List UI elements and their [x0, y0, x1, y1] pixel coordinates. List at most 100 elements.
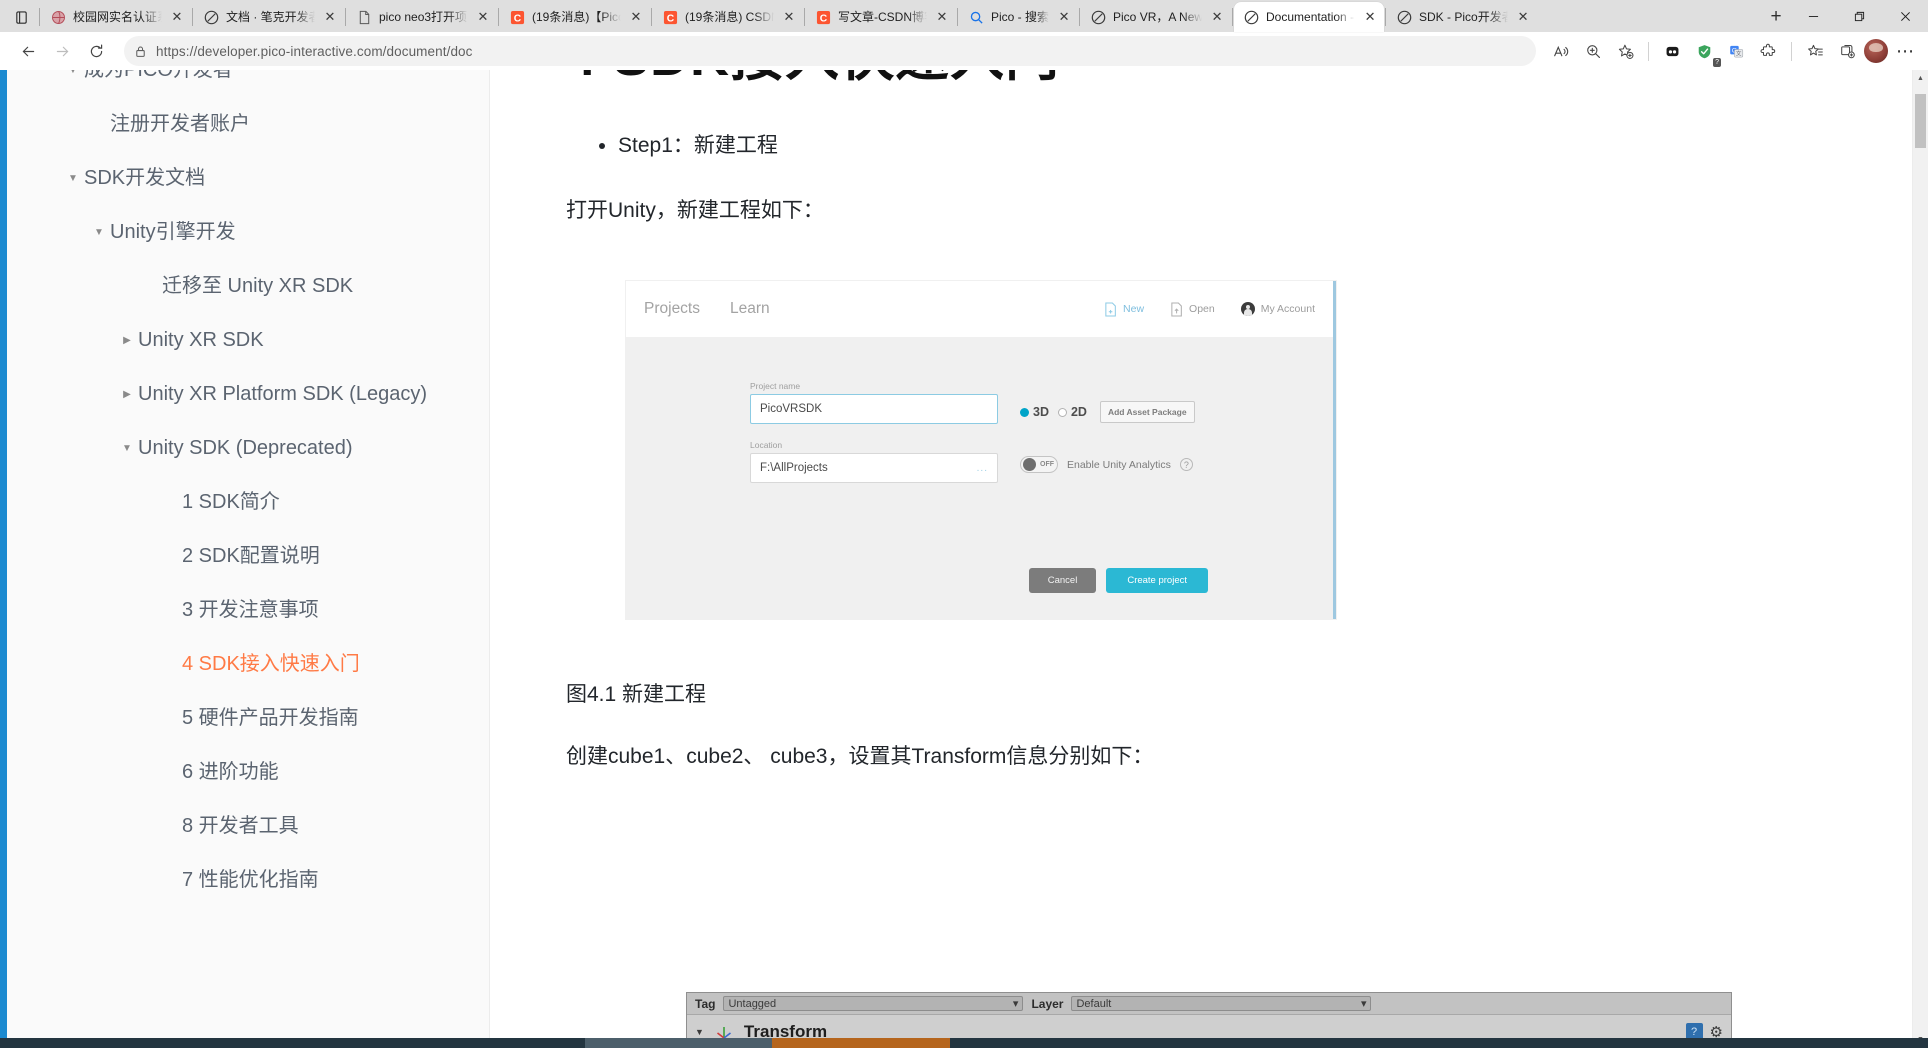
browser-tab[interactable]: 文档 · 笔克开发者平 ✕ — [194, 2, 344, 32]
tab-close-icon[interactable]: ✕ — [1209, 9, 1225, 25]
tab-close-icon[interactable]: ✕ — [934, 9, 950, 25]
browser-tab[interactable]: SDK - Pico开发者平 ✕ — [1387, 2, 1537, 32]
cancel-button[interactable]: Cancel — [1028, 568, 1097, 594]
puzzle-extensions-icon[interactable] — [1753, 36, 1783, 66]
favorites-list-icon[interactable] — [1800, 36, 1830, 66]
collapse-caret-icon[interactable]: ▼ — [695, 1027, 704, 1037]
minimize-button[interactable] — [1790, 0, 1836, 32]
chevron-down-icon[interactable]: ▼ — [88, 218, 110, 248]
chevron-down-icon[interactable]: ▼ — [62, 70, 84, 86]
tab-actions-icon[interactable] — [4, 2, 38, 32]
browser-tab[interactable]: C (19条消息) CSDN - ✕ — [653, 2, 803, 32]
sidebar-item[interactable]: ▼ Unity SDK (Deprecated) — [0, 422, 489, 476]
new-tab-button[interactable]: + — [1762, 3, 1790, 31]
location-input[interactable]: F:\AllProjects ... — [750, 453, 998, 484]
profile-avatar-icon[interactable] — [1864, 39, 1888, 63]
tab-title: 写文章-CSDN博客 — [838, 10, 927, 24]
close-window-button[interactable] — [1882, 0, 1928, 32]
taskbar-item-active[interactable] — [585, 1038, 772, 1048]
sidebar-item[interactable]: ▶6 进阶功能 — [0, 746, 489, 800]
tab-projects[interactable]: Projects — [644, 300, 700, 318]
open-project-action[interactable]: Open — [1170, 302, 1215, 317]
sidebar-item[interactable]: ▶5 硬件产品开发指南 — [0, 692, 489, 746]
docs-sidebar[interactable]: ▼成为PICO开发者▶注册开发者账户▼SDK开发文档▼Unity引擎开发▶迁移至… — [0, 70, 490, 1048]
tab-learn[interactable]: Learn — [730, 300, 770, 318]
tab-title: 文档 · 笔克开发者平 — [226, 10, 315, 24]
browser-tab[interactable]: 校园网实名认证系 ✕ — [41, 2, 191, 32]
forward-arrow-icon[interactable] — [46, 35, 78, 67]
radio-2d[interactable] — [1057, 407, 1067, 417]
chevron-right-icon[interactable]: ▶ — [116, 326, 138, 356]
toolbar-divider — [1648, 41, 1649, 61]
sidebar-item[interactable]: ▶ Unity XR SDK — [0, 314, 489, 368]
add-asset-package-button[interactable]: Add Asset Package — [1099, 401, 1195, 424]
zoom-icon[interactable] — [1578, 36, 1608, 66]
collections-icon[interactable] — [1832, 36, 1862, 66]
restore-button[interactable] — [1836, 0, 1882, 32]
browser-tab[interactable]: Pico - 搜索 ✕ — [959, 2, 1078, 32]
sidebar-item[interactable]: ▶8 开发者工具 — [0, 800, 489, 854]
tab-title: 校园网实名认证系 — [73, 10, 162, 24]
sidebar-item[interactable]: ▶3 开发注意事项 — [0, 584, 489, 638]
window-controls — [1790, 0, 1928, 32]
settings-more-icon[interactable]: ⋯ — [1890, 36, 1920, 66]
browser-tab[interactable]: C 写文章-CSDN博客 ✕ — [806, 2, 956, 32]
sidebar-item[interactable]: ▶迁移至 Unity XR SDK — [0, 260, 489, 314]
sidebar-item[interactable]: ▶4 SDK接入快速入门 — [0, 638, 489, 692]
toggle-knob — [1023, 458, 1036, 472]
create-project-button[interactable]: Create project — [1106, 568, 1208, 594]
chevron-right-icon[interactable]: ▶ — [116, 380, 138, 410]
paragraph-open-unity: 打开Unity，新建工程如下： — [566, 199, 824, 223]
sidebar-item-label: 4 SDK接入快速入门 — [182, 653, 360, 675]
sidebar-item-label: 2 SDK配置说明 — [182, 545, 320, 567]
tab-close-icon[interactable]: ✕ — [628, 9, 644, 25]
browser-tab[interactable]: Documentation - P ✕ — [1234, 2, 1385, 32]
radio-3d-selected[interactable] — [1020, 407, 1029, 417]
sidebar-item-label: 6 进阶功能 — [182, 761, 279, 783]
sidebar-item[interactable]: ▼ Unity引擎开发 — [0, 206, 489, 260]
analytics-toggle[interactable]: OFF — [1020, 456, 1058, 474]
sidebar-item[interactable]: ▶2 SDK配置说明 — [0, 530, 489, 584]
page-viewport: ▼成为PICO开发者▶注册开发者账户▼SDK开发文档▼Unity引擎开发▶迁移至… — [0, 70, 1928, 1048]
address-bar[interactable]: https://developer.pico-interactive.com/d… — [124, 36, 1536, 66]
new-project-action[interactable]: New — [1104, 302, 1144, 317]
page-scrollbar[interactable]: ▲ ▼ — [1912, 70, 1928, 1048]
google-translate-extension-icon[interactable]: G 文 — [1721, 36, 1751, 66]
browser-tab[interactable]: C (19条消息)【Pico ✕ — [500, 2, 650, 32]
sidebar-item[interactable]: ▶7 性能优化指南 — [0, 854, 489, 908]
project-name-input[interactable]: PicoVRSDK — [750, 394, 998, 425]
chevron-down-icon[interactable]: ▼ — [116, 434, 138, 464]
sidebar-item[interactable]: ▶注册开发者账户 — [0, 98, 489, 152]
location-browse-button[interactable]: ... — [977, 463, 988, 474]
sidebar-item[interactable]: ▼ SDK开发文档 — [0, 152, 489, 206]
help-icon[interactable]: ? — [1179, 458, 1193, 472]
back-arrow-icon[interactable] — [12, 35, 44, 67]
grammarly-extension-icon[interactable]: ? — [1689, 36, 1721, 67]
tab-close-icon[interactable]: ✕ — [169, 9, 185, 25]
browser-tab[interactable]: pico neo3打开项目 ✕ — [347, 2, 497, 32]
read-aloud-icon[interactable] — [1546, 36, 1576, 66]
reload-icon[interactable] — [80, 35, 112, 67]
tab-close-icon[interactable]: ✕ — [781, 9, 797, 25]
docs-content: 4 SDK接入快速入门 Step1：新建工程 打开Unity，新建工程如下： P… — [490, 70, 1928, 1048]
tag-select[interactable]: Untagged ▾ — [723, 996, 1024, 1011]
scroll-up-arrow[interactable]: ▲ — [1913, 70, 1928, 87]
my-account-action[interactable]: My Account — [1240, 302, 1315, 317]
sidebar-item[interactable]: ▼ 成为PICO开发者 — [0, 70, 489, 98]
tab-close-icon[interactable]: ✕ — [1056, 9, 1072, 25]
sidebar-item-label: 8 开发者工具 — [182, 815, 299, 837]
tab-close-icon[interactable]: ✕ — [322, 9, 338, 25]
add-favorite-icon[interactable] — [1610, 36, 1640, 66]
taskbar-item-highlighted[interactable] — [772, 1038, 950, 1048]
tab-close-icon[interactable]: ✕ — [1515, 9, 1531, 25]
chevron-down-icon[interactable]: ▼ — [62, 164, 84, 194]
sidebar-item[interactable]: ▶1 SDK简介 — [0, 476, 489, 530]
browser-tab[interactable]: Pico VR，A New Re ✕ — [1081, 2, 1231, 32]
layer-select[interactable]: Default ▾ — [1071, 996, 1372, 1011]
tab-close-icon[interactable]: ✕ — [475, 9, 491, 25]
address-url: https://developer.pico-interactive.com/d… — [156, 43, 473, 59]
extension-dark-icon[interactable] — [1657, 36, 1687, 66]
sidebar-item[interactable]: ▶ Unity XR Platform SDK (Legacy) — [0, 368, 489, 422]
tab-close-icon[interactable]: ✕ — [1362, 9, 1378, 25]
scrollbar-thumb[interactable] — [1915, 94, 1926, 148]
